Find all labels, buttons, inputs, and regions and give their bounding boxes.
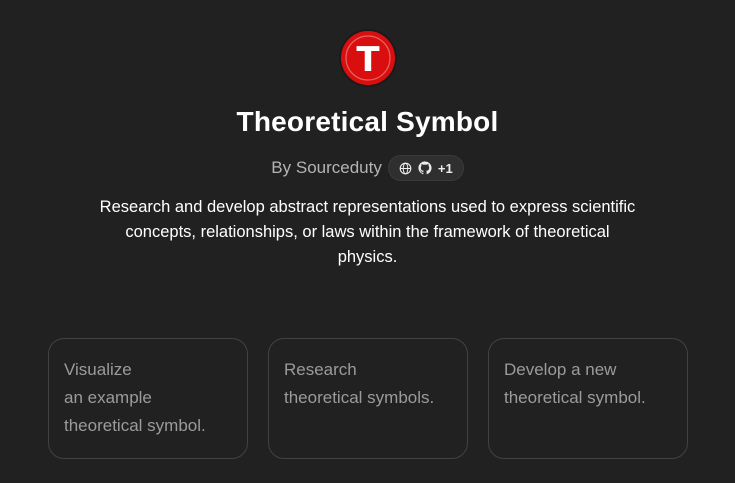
links-pill[interactable]: +1 xyxy=(387,155,464,181)
starter-text: Visualize an example theoretical symbol. xyxy=(64,356,232,440)
more-links-count: +1 xyxy=(437,160,453,176)
globe-icon xyxy=(399,162,412,174)
gpt-title: Theoretical Symbol xyxy=(236,106,499,137)
gpt-description: Research and develop abstract representa… xyxy=(80,195,655,270)
gpt-logo: T xyxy=(338,28,398,88)
logo-letter: T xyxy=(356,40,380,80)
logo-badge-icon: T xyxy=(339,29,397,87)
description-line: concepts, relationships, or laws within … xyxy=(125,223,610,241)
starter-card-visualize[interactable]: Visualize an example theoretical symbol. xyxy=(48,338,248,459)
starter-line: Visualize xyxy=(64,360,132,379)
starter-text: Research theoretical symbols. xyxy=(284,356,452,412)
starter-text: Develop a new theoretical symbol. xyxy=(504,356,672,412)
author-byline: By Sourceduty xyxy=(271,158,382,177)
description-line: Research and develop abstract representa… xyxy=(99,198,636,216)
starter-line: Research xyxy=(284,360,357,379)
starter-line: an example xyxy=(64,388,152,407)
github-icon xyxy=(418,161,432,175)
conversation-starters: Visualize an example theoretical symbol.… xyxy=(48,338,688,459)
starter-line: theoretical symbol. xyxy=(504,388,646,407)
starter-card-develop[interactable]: Develop a new theoretical symbol. xyxy=(488,338,688,459)
starter-line: Develop a new xyxy=(504,360,617,379)
starter-card-research[interactable]: Research theoretical symbols. xyxy=(268,338,468,459)
gpt-landing: T Theoretical Symbol By Sourceduty +1 Re… xyxy=(0,0,735,483)
starter-line: theoretical symbols. xyxy=(284,388,435,407)
starter-line: theoretical symbol. xyxy=(64,416,206,435)
description-line: physics. xyxy=(337,248,398,266)
byline-row: By Sourceduty +1 xyxy=(0,155,735,181)
